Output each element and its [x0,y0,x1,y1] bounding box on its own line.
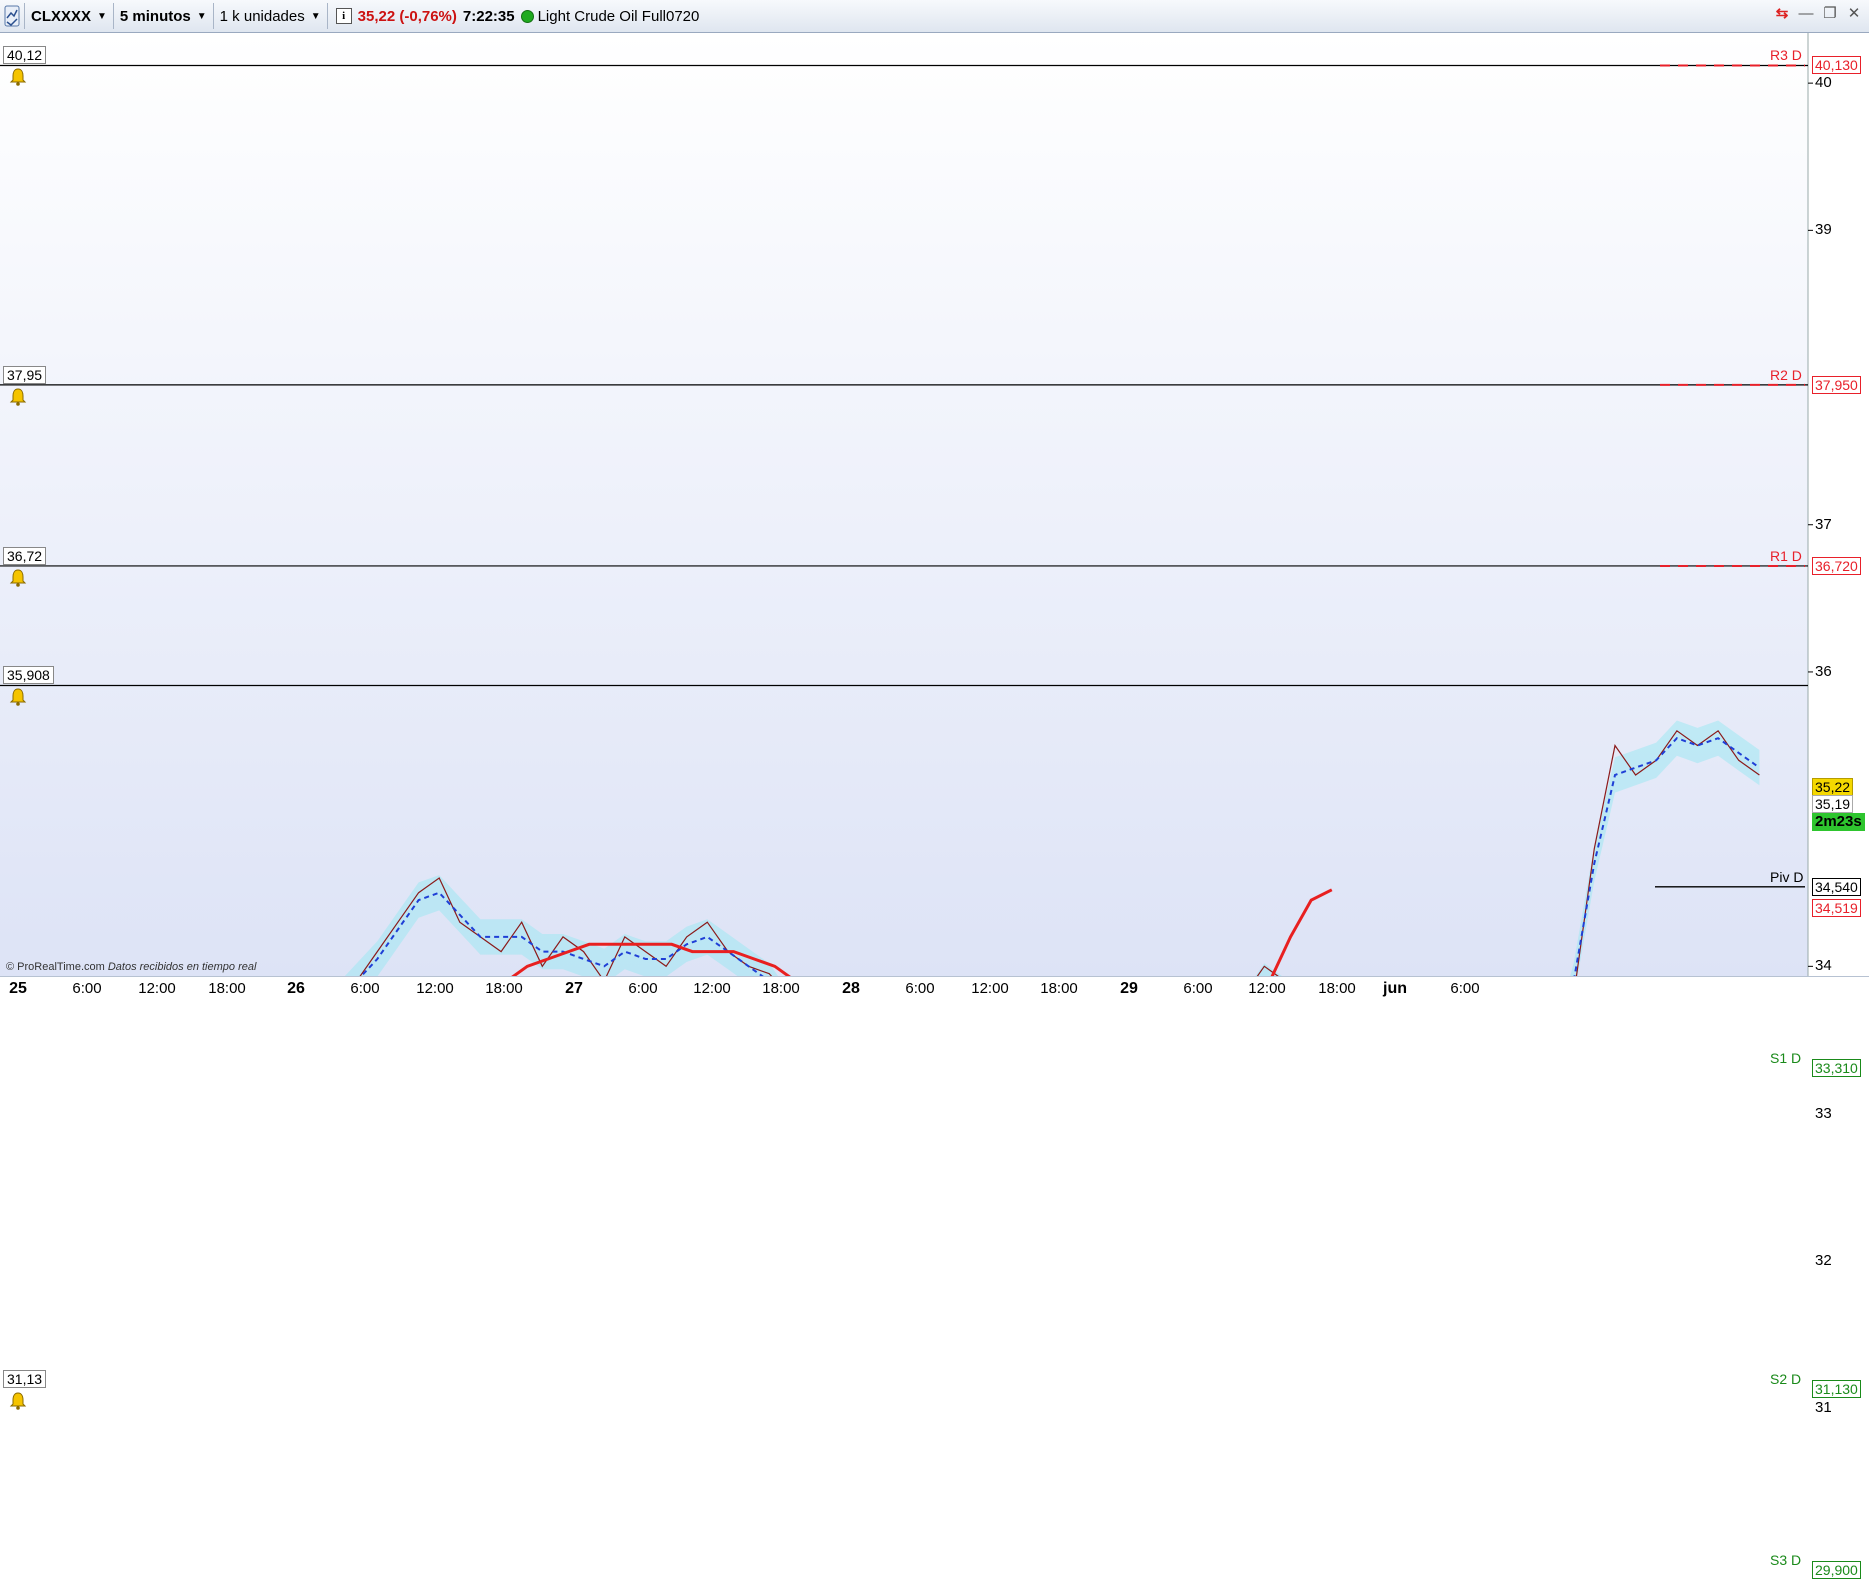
time-axis-label: 6:00 [628,980,658,997]
time-axis-label: 6:00 [905,980,935,997]
price-axis-tick: 32 [1815,1251,1832,1269]
units-dropdown[interactable]: 1 k unidades ▼ [214,0,327,32]
chevron-down-icon: ▼ [310,10,321,22]
chevron-down-icon: ▼ [196,10,207,22]
pivot-label: R1 D [1770,547,1802,564]
time-axis: 25 6:00 12:00 18:00 26 6:00 12:00 18:00 27 6:00 12… [0,976,1869,1001]
time-axis-label: 6:00 [350,980,380,997]
pivot-price-box: 37,950 [1812,375,1861,394]
alert-bell-icon[interactable] [8,67,28,87]
level-value-tag: 36,72 [3,546,47,565]
timeframe-dropdown[interactable]: 5 minutos ▼ [114,0,213,32]
symbol-label: CLXXXX [31,7,92,25]
level-value-tag: 37,95 [3,365,47,384]
time-axis-label: 18:00 [1040,980,1078,997]
last-price-box: 35,22 [1812,777,1854,796]
time-axis-label: 27 [565,980,583,997]
pivot-label: R2 D [1770,366,1802,383]
pivot-price-box: 34,540 [1812,877,1861,896]
pivot-label: S1 D [1770,1049,1802,1066]
price-chart[interactable] [0,33,1869,1571]
timeframe-label: 5 minutos [119,7,191,25]
chart-canvas[interactable] [0,33,1869,1571]
pivot-price-box: 29,900 [1812,1560,1861,1579]
close-icon[interactable]: ✕ [1845,4,1863,22]
alert-bell-icon[interactable] [8,1391,28,1411]
alert-bell-icon[interactable] [8,387,28,407]
time-axis-label: 12:00 [693,980,731,997]
window-controls: ⇆ — ❐ ✕ [1773,4,1863,23]
time-axis-label: 26 [287,980,305,997]
countdown-box: 2m23s [1812,812,1865,831]
time-axis-label: 6:00 [72,980,102,997]
time-axis-label: 12:00 [1248,980,1286,997]
level-value-tag: 31,13 [3,1369,47,1388]
pivot-price-box: 36,720 [1812,556,1861,575]
level-value-tag: 40,12 [3,46,47,65]
time-axis-label: 28 [842,980,860,997]
footer-note: © ProRealTime.com Datos recibidos en tie… [6,961,256,973]
pivot-label: R3 D [1770,47,1802,64]
sync-icon[interactable]: ⇆ [1773,4,1791,22]
info-icon[interactable]: i [335,8,352,24]
instrument-name: Light Crude Oil Full0720 [537,7,700,25]
time-axis-label: 25 [9,980,27,997]
bid-price-box: 35,19 [1812,794,1854,813]
time-axis-label: 18:00 [208,980,246,997]
price-change-text: 35,22 (-0,76%) [357,7,457,25]
price-axis-tick: 33 [1815,1104,1832,1122]
price-axis-background [1808,33,1869,976]
minimize-icon[interactable]: — [1797,5,1815,22]
pivot-label: Piv D [1770,868,1804,885]
pivot-price-box: 31,130 [1812,1379,1861,1398]
alert-bell-icon[interactable] [8,568,28,588]
level-value-tag: 35,908 [3,666,54,685]
time-axis-label: 29 [1120,980,1138,997]
price-axis-tick: 37 [1815,515,1832,533]
ma-value-box: 34,519 [1812,898,1861,917]
pivot-label: S3 D [1770,1551,1802,1568]
restore-icon[interactable]: ❐ [1821,4,1839,22]
price-axis-tick: 31 [1815,1398,1832,1416]
price-axis-tick: 34 [1815,957,1832,975]
chevron-down-icon: ▼ [97,10,107,22]
time-axis-label: 18:00 [485,980,523,997]
time-axis-label: 6:00 [1450,980,1480,997]
clock-text: 7:22:35 [462,7,515,25]
time-axis-label: 12:00 [416,980,454,997]
footer-status: Datos recibidos en tiempo real [107,961,257,973]
time-axis-label: jun [1383,980,1407,997]
app-logo-icon[interactable] [0,0,24,33]
time-axis-label: 18:00 [762,980,800,997]
chart-background [0,33,1808,976]
time-axis-label: 12:00 [971,980,1009,997]
price-axis-tick: 40 [1815,74,1832,92]
pivot-label: S2 D [1770,1370,1802,1387]
time-axis-label: 12:00 [138,980,176,997]
units-label: 1 k unidades [219,7,305,25]
footer-brand: © ProRealTime.com [6,961,105,973]
price-axis-tick: 39 [1815,221,1832,239]
alert-bell-icon[interactable] [8,687,28,707]
toolbar: CLXXXX ▼ 5 minutos ▼ 1 k unidades ▼ i 35,22… [0,0,1869,33]
symbol-dropdown[interactable]: CLXXXX ▼ [25,0,113,32]
time-axis-label: 18:00 [1318,980,1356,997]
pivot-price-box: 40,130 [1812,56,1861,75]
price-axis-tick: 36 [1815,662,1832,680]
pivot-price-box: 33,310 [1812,1058,1861,1077]
realtime-status-icon [520,9,534,23]
time-axis-label: 6:00 [1183,980,1213,997]
